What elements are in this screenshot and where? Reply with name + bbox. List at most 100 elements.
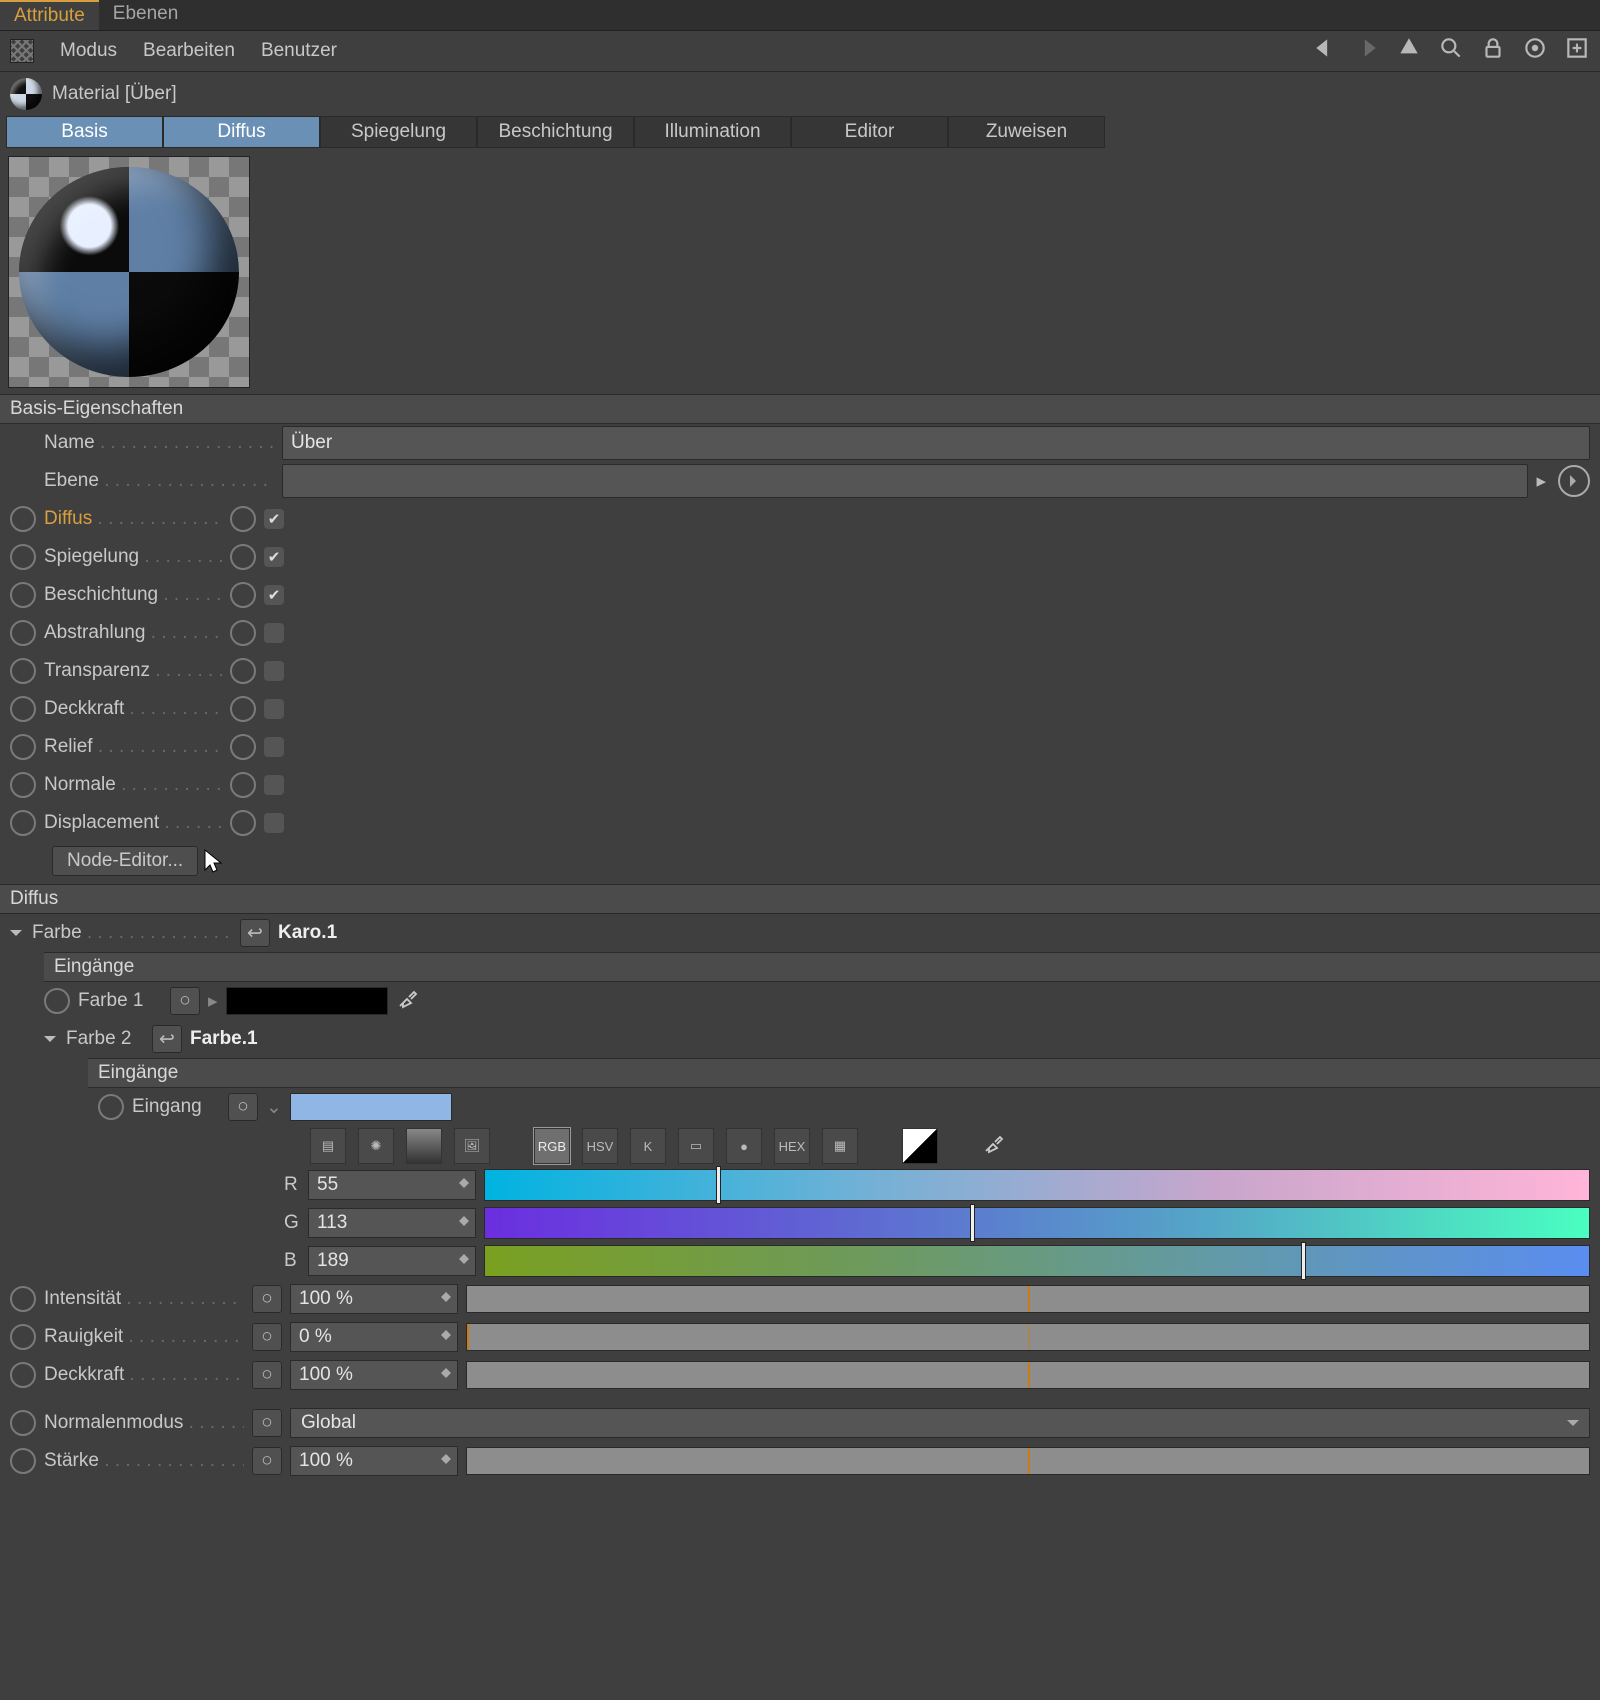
node-editor-button[interactable]: Node-Editor... — [52, 846, 198, 876]
tab-attribute[interactable]: Attribute — [0, 0, 99, 30]
mode-hsv[interactable]: HSV — [582, 1128, 618, 1164]
anim-key-eingang[interactable] — [98, 1094, 124, 1120]
link-farbe2-value[interactable]: Farbe.1 — [190, 1028, 258, 1050]
checkbox-normale[interactable] — [264, 775, 284, 795]
anim-key2-displacement[interactable] — [230, 810, 256, 836]
checkbox-spiegelung[interactable] — [264, 547, 284, 567]
mode-hex[interactable]: HEX — [774, 1128, 810, 1164]
tab-illumination[interactable]: Illumination — [634, 116, 791, 148]
layer-menu-icon[interactable]: ▸ — [1536, 470, 1546, 493]
swatch-farbe1[interactable] — [226, 987, 388, 1015]
eyedropper-farbe1[interactable] — [396, 986, 420, 1016]
dropdown-normalmode[interactable]: Global — [290, 1408, 1590, 1438]
checkbox-beschichtung[interactable] — [264, 585, 284, 605]
eyedropper-global[interactable] — [982, 1131, 1006, 1161]
link-farbe2-icon[interactable]: ↩ — [152, 1025, 182, 1053]
checkbox-transparenz[interactable] — [264, 661, 284, 681]
expand-eingang[interactable]: ⌄ — [266, 1096, 282, 1119]
anim-key2-transparenz[interactable] — [230, 658, 256, 684]
checkbox-diffus[interactable] — [264, 509, 284, 529]
lock-icon[interactable] — [1480, 35, 1506, 67]
picker-spectrum-icon[interactable] — [406, 1128, 442, 1164]
anim-key-rauigkeit[interactable] — [10, 1324, 36, 1350]
input-r[interactable]: 55 — [308, 1170, 476, 1200]
mode-k[interactable]: K — [630, 1128, 666, 1164]
checkbox-displacement[interactable] — [264, 813, 284, 833]
disclosure-farbe2[interactable] — [44, 1036, 56, 1048]
input-name[interactable]: Über — [282, 426, 1590, 460]
anim-key-displacement[interactable] — [10, 810, 36, 836]
slider-g[interactable] — [484, 1207, 1590, 1239]
disclosure-farbe[interactable] — [10, 930, 22, 942]
slider-rauigkeit[interactable] — [466, 1323, 1590, 1351]
input-b[interactable]: 189 — [308, 1246, 476, 1276]
search-icon[interactable] — [1438, 35, 1464, 67]
mode-mixer-icon[interactable]: ▭ — [678, 1128, 714, 1164]
link-staerke-icon[interactable]: ○ — [252, 1447, 282, 1475]
anim-key-relief[interactable] — [10, 734, 36, 760]
anim-key-normalmode[interactable] — [10, 1410, 36, 1436]
anim-key2-abstrahlung[interactable] — [230, 620, 256, 646]
link-farbe1-icon[interactable]: ○ — [170, 987, 200, 1015]
anim-key-staerke[interactable] — [10, 1448, 36, 1474]
anim-key-normale[interactable] — [10, 772, 36, 798]
menu-mode[interactable]: Modus — [60, 40, 117, 62]
anim-key-deckkraft2[interactable] — [10, 1362, 36, 1388]
nav-up-icon[interactable] — [1396, 35, 1422, 67]
tab-basis[interactable]: Basis — [6, 116, 163, 148]
new-window-icon[interactable] — [1564, 35, 1590, 67]
input-intensitaet[interactable]: 100 % — [290, 1284, 458, 1314]
checkbox-abstrahlung[interactable] — [264, 623, 284, 643]
anim-key-transparenz[interactable] — [10, 658, 36, 684]
input-rauigkeit[interactable]: 0 % — [290, 1322, 458, 1352]
picker-wheel-icon[interactable]: ✺ — [358, 1128, 394, 1164]
anim-key-deckkraft[interactable] — [10, 696, 36, 722]
view-mode-icon[interactable] — [10, 39, 34, 63]
tab-layers[interactable]: Ebenen — [99, 0, 193, 30]
mode-swatch-icon[interactable]: ● — [726, 1128, 762, 1164]
link-rauigkeit-icon[interactable]: ○ — [252, 1323, 282, 1351]
anim-key-abstrahlung[interactable] — [10, 620, 36, 646]
picker-gradient-icon[interactable]: ▤ — [310, 1128, 346, 1164]
slider-staerke[interactable] — [466, 1447, 1590, 1475]
layer-pick-icon[interactable] — [1558, 465, 1590, 497]
tab-diffus[interactable]: Diffus — [163, 116, 320, 148]
anim-key2-spiegelung[interactable] — [230, 544, 256, 570]
link-intensitaet-icon[interactable]: ○ — [252, 1285, 282, 1313]
anim-key-spiegelung[interactable] — [10, 544, 36, 570]
input-deckkraft2[interactable]: 100 % — [290, 1360, 458, 1390]
contrast-icon[interactable] — [902, 1128, 938, 1164]
material-preview[interactable] — [8, 156, 250, 388]
anim-key-beschichtung[interactable] — [10, 582, 36, 608]
anim-key2-beschichtung[interactable] — [230, 582, 256, 608]
menu-user[interactable]: Benutzer — [261, 40, 337, 62]
picker-image-icon[interactable]: 🖼 — [454, 1128, 490, 1164]
link-farbe-icon[interactable]: ↩ — [240, 919, 270, 947]
slider-deckkraft2[interactable] — [466, 1361, 1590, 1389]
swatch-eingang[interactable] — [290, 1093, 452, 1121]
input-staerke[interactable]: 100 % — [290, 1446, 458, 1476]
tab-spiegelung[interactable]: Spiegelung — [320, 116, 477, 148]
input-layer[interactable] — [282, 464, 1528, 498]
slider-r[interactable] — [484, 1169, 1590, 1201]
checkbox-deckkraft[interactable] — [264, 699, 284, 719]
link-normalmode-icon[interactable]: ○ — [252, 1409, 282, 1437]
anim-key2-deckkraft[interactable] — [230, 696, 256, 722]
nav-back-icon[interactable] — [1312, 35, 1338, 67]
anim-key2-normale[interactable] — [230, 772, 256, 798]
mode-rgb[interactable]: RGB — [534, 1128, 570, 1164]
anim-key-diffus[interactable] — [10, 506, 36, 532]
anim-key-farbe1[interactable] — [44, 988, 70, 1014]
input-g[interactable]: 113 — [308, 1208, 476, 1238]
tab-zuweisen[interactable]: Zuweisen — [948, 116, 1105, 148]
link-eingang-icon[interactable]: ○ — [228, 1093, 258, 1121]
anim-key2-diffus[interactable] — [230, 506, 256, 532]
menu-edit[interactable]: Bearbeiten — [143, 40, 235, 62]
expand-farbe1[interactable]: ▸ — [208, 990, 218, 1013]
mode-grid-icon[interactable]: ▦ — [822, 1128, 858, 1164]
link-deckkraft2-icon[interactable]: ○ — [252, 1361, 282, 1389]
tab-beschichtung[interactable]: Beschichtung — [477, 116, 634, 148]
slider-intensitaet[interactable] — [466, 1285, 1590, 1313]
link-farbe-value[interactable]: Karo.1 — [278, 922, 337, 944]
anim-key2-relief[interactable] — [230, 734, 256, 760]
